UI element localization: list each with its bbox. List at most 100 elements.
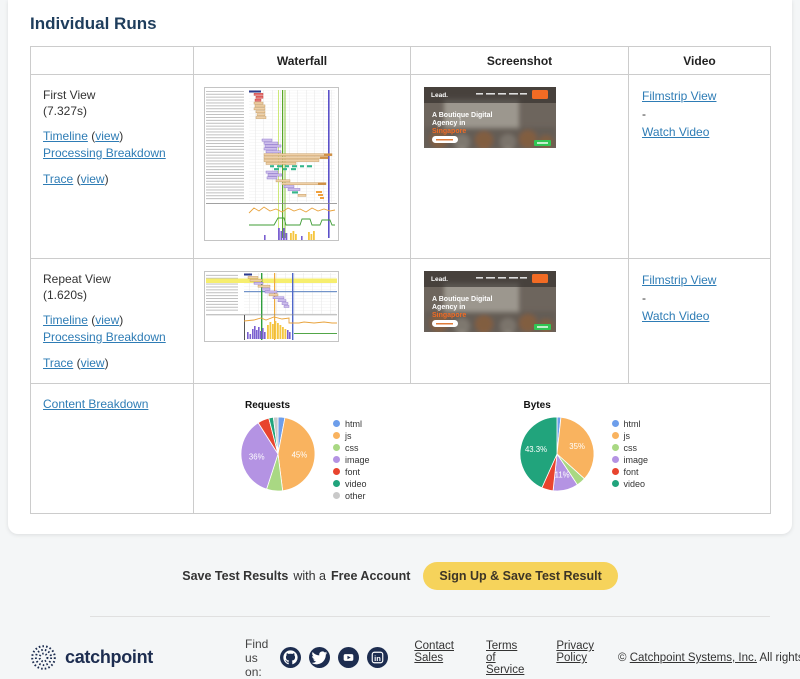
legend-item: css bbox=[612, 443, 649, 453]
privacy-policy-link[interactable]: Privacy Policy bbox=[556, 640, 594, 676]
free-account-text: Free Account bbox=[331, 569, 410, 583]
thumb-headline-3: Singapore bbox=[432, 128, 466, 135]
legend-item: video bbox=[612, 479, 649, 489]
brand-wordmark: catchpoint bbox=[65, 647, 153, 668]
svg-text:11%: 11% bbox=[554, 470, 569, 479]
youtube-icon[interactable] bbox=[338, 647, 359, 668]
legend-label: video bbox=[345, 479, 367, 489]
run-time: (1.620s) bbox=[43, 287, 181, 303]
table-header-row: Waterfall Screenshot Video bbox=[31, 47, 771, 75]
legend-label: font bbox=[345, 467, 360, 477]
svg-text:43.3%: 43.3% bbox=[524, 445, 546, 454]
legend-item: html bbox=[612, 419, 649, 429]
requests-legend: html js css image font video other bbox=[333, 415, 370, 501]
processing-breakdown-link[interactable]: Processing Breakdown bbox=[43, 330, 166, 344]
waterfall-thumbnail-first-view[interactable] bbox=[204, 87, 339, 241]
thumb-cta-button bbox=[532, 274, 548, 283]
legend-label: css bbox=[345, 443, 359, 453]
run-label: First View bbox=[43, 87, 181, 103]
trace-link[interactable]: Trace bbox=[43, 172, 73, 186]
catchpoint-systems-link[interactable]: Catchpoint Systems, Inc. bbox=[630, 652, 757, 664]
thumb-site-logo: Lead. bbox=[431, 92, 448, 99]
filmstrip-view-link[interactable]: Filmstrip View bbox=[642, 89, 716, 103]
run-label: Repeat View bbox=[43, 271, 181, 287]
legend-item: css bbox=[333, 443, 370, 453]
bytes-chart: Bytes 35%11%43.3% htmljscssimagefontvide… bbox=[518, 396, 649, 501]
processing-breakdown-link[interactable]: Processing Breakdown bbox=[43, 146, 166, 160]
svg-text:36%: 36% bbox=[249, 452, 265, 461]
trace-view-link[interactable]: view bbox=[81, 356, 105, 370]
legend-item: font bbox=[333, 467, 370, 477]
page-screenshot-thumbnail-repeat-view[interactable]: Lead. A Boutique Digital Agency in Singa… bbox=[424, 271, 556, 332]
paren: ) bbox=[105, 172, 109, 186]
thumb-headline-2: Agency in bbox=[432, 304, 465, 311]
header-video: Video bbox=[629, 47, 771, 75]
waterfall-thumbnail-repeat-view[interactable] bbox=[204, 271, 339, 342]
catchpoint-logo-icon bbox=[30, 644, 57, 671]
legend-item: image bbox=[612, 455, 649, 465]
legend-dot bbox=[333, 456, 340, 463]
thumb-headline-3: Singapore bbox=[432, 312, 466, 319]
legend-label: js bbox=[345, 431, 352, 441]
legend-dot bbox=[612, 420, 619, 427]
thumb-headline-2: Agency in bbox=[432, 120, 465, 127]
header-blank bbox=[31, 47, 194, 75]
legend-label: video bbox=[624, 479, 646, 489]
trace-view-link[interactable]: view bbox=[81, 172, 105, 186]
thumb-cta-button bbox=[532, 90, 548, 99]
paren: ) bbox=[119, 129, 123, 143]
legend-dot bbox=[612, 468, 619, 475]
timeline-view-link[interactable]: view bbox=[95, 313, 119, 327]
svg-text:35%: 35% bbox=[569, 442, 585, 451]
legend-label: other bbox=[345, 491, 366, 501]
content-breakdown-link[interactable]: Content Breakdown bbox=[43, 397, 148, 411]
copyright-text: All rights reserved. bbox=[760, 652, 800, 664]
trace-link[interactable]: Trace bbox=[43, 356, 73, 370]
filmstrip-view-link[interactable]: Filmstrip View bbox=[642, 273, 716, 287]
thumb-site-logo: Lead. bbox=[431, 276, 448, 283]
find-us-label: Find us on: bbox=[245, 637, 268, 679]
legend-item: video bbox=[333, 479, 370, 489]
legend-dot bbox=[333, 432, 340, 439]
page-screenshot-thumbnail-first-view[interactable]: Lead. A Boutique Digital Agency in Singa… bbox=[424, 87, 556, 148]
chart-title: Requests bbox=[245, 400, 370, 411]
first-view-row: First View (7.327s) Timeline (view) Proc… bbox=[31, 75, 771, 259]
legend-dot bbox=[333, 480, 340, 487]
bytes-pie: 35% 11% 43.3% bbox=[518, 415, 596, 498]
copyright: © Catchpoint Systems, Inc. All rights re… bbox=[618, 652, 800, 664]
legend-dot bbox=[333, 468, 340, 475]
results-card: Individual Runs Waterfall Screenshot Vid… bbox=[8, 0, 792, 534]
legend-dot bbox=[612, 444, 619, 451]
legend-label: font bbox=[624, 467, 639, 477]
individual-runs-table: Waterfall Screenshot Video First View (7… bbox=[30, 46, 771, 514]
paren: ) bbox=[105, 356, 109, 370]
timeline-link[interactable]: Timeline bbox=[43, 313, 88, 327]
linkedin-icon[interactable]: in bbox=[367, 647, 388, 668]
watch-video-link[interactable]: Watch Video bbox=[642, 125, 709, 139]
paren: ) bbox=[119, 313, 123, 327]
legend-item: js bbox=[612, 431, 649, 441]
repeat-view-row: Repeat View (1.620s) Timeline (view) Pro… bbox=[31, 259, 771, 384]
twitter-icon[interactable] bbox=[309, 647, 330, 668]
timeline-view-link[interactable]: view bbox=[95, 129, 119, 143]
legend-item: html bbox=[333, 419, 370, 429]
timeline-link[interactable]: Timeline bbox=[43, 129, 88, 143]
github-icon[interactable] bbox=[280, 647, 301, 668]
requests-chart: Requests 45%36% htmljscssimagefontvideoo… bbox=[239, 396, 370, 501]
thumb-headline-1: A Boutique Digital bbox=[432, 112, 492, 119]
contact-sales-link[interactable]: Contact Sales bbox=[414, 640, 454, 676]
catchpoint-brand[interactable]: catchpoint bbox=[30, 644, 153, 671]
legend-item: other bbox=[333, 491, 370, 501]
terms-of-service-link[interactable]: Terms of Service bbox=[486, 640, 524, 676]
header-waterfall: Waterfall bbox=[194, 47, 411, 75]
sign-up-button[interactable]: Sign Up & Save Test Result bbox=[423, 562, 617, 590]
header-screenshot: Screenshot bbox=[411, 47, 629, 75]
watch-video-link[interactable]: Watch Video bbox=[642, 309, 709, 323]
legend-dot bbox=[333, 492, 340, 499]
copyright-symbol: © bbox=[618, 652, 626, 664]
legend-label: image bbox=[345, 455, 370, 465]
legend-item: font bbox=[612, 467, 649, 477]
save-results-bar: Save Test Results with a Free Account Si… bbox=[0, 562, 800, 590]
legend-dot bbox=[612, 456, 619, 463]
legend-label: css bbox=[624, 443, 638, 453]
